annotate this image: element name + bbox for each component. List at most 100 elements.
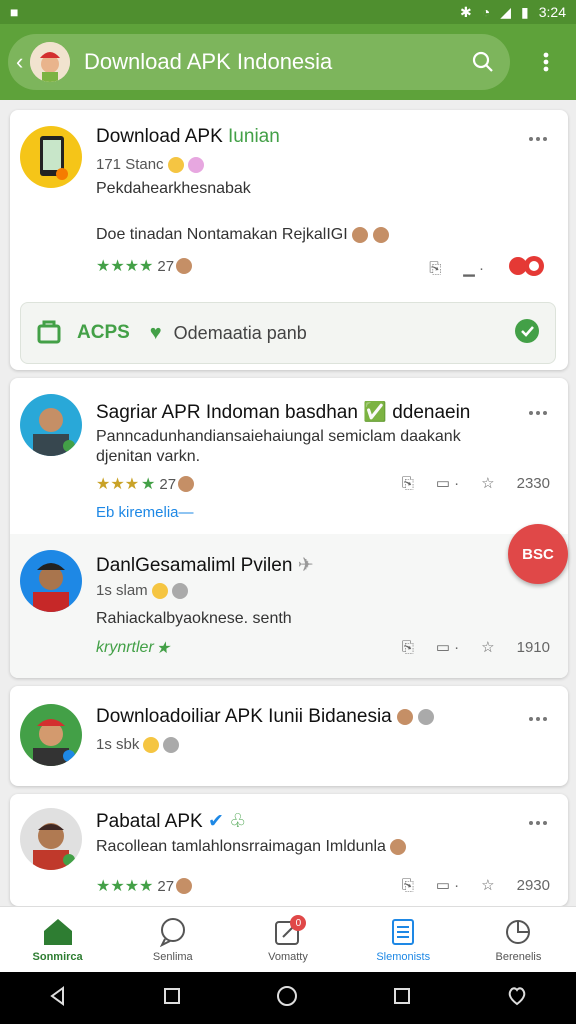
comment-icon[interactable]: ▭ · (436, 474, 459, 492)
profile-avatar[interactable] (30, 42, 70, 82)
post-title[interactable]: Download APK Iunian (96, 126, 280, 148)
view-count: 2330 (516, 474, 550, 492)
post-title[interactable]: Downloadoiliar APK Iunii Bidanesia (96, 706, 435, 728)
heart-icon: ♥ (149, 321, 162, 344)
post-footer: krynrtler ★ (96, 639, 171, 657)
post-text: Rahiackalbyaoknese. senth (96, 610, 292, 627)
nav-item-notify[interactable]: 0 Vomatty (230, 907, 345, 972)
post-card[interactable]: Pabatal APK ✔ ♧ Racollean tamlahlonsrrai… (10, 794, 568, 906)
status-bar: ■ ✱ ◔ ◢ ▮ 3:24 (0, 0, 576, 24)
nav-item-stats[interactable]: Berenelis (461, 907, 576, 972)
comment-icon[interactable]: ▭ · (436, 638, 459, 656)
post-card[interactable]: Download APK Iunian 171 Stanc Pekdaheark… (10, 110, 568, 370)
share-icon[interactable]: ⎘ (402, 639, 414, 656)
record-icon[interactable] (506, 254, 550, 282)
post-title[interactable]: Sagriar APR Indoman basdhan ✅ ddenaein (96, 400, 470, 424)
user-avatar[interactable] (20, 808, 82, 870)
star-outline-icon[interactable]: ☆ (481, 638, 494, 656)
post-text: Pekdahearkhesnabak (96, 180, 251, 197)
notification-badge: 0 (290, 915, 307, 931)
share-icon[interactable]: ⎘ (402, 877, 414, 894)
subscribe-label: ACPS (77, 322, 130, 343)
bluetooth-icon: ✱ (460, 3, 472, 20)
app-avatar[interactable] (20, 126, 82, 188)
nav-item-chat[interactable]: Senlima (115, 907, 230, 972)
back-nav-icon[interactable] (48, 985, 68, 1011)
overflow-menu-icon[interactable] (530, 46, 562, 78)
home-icon (43, 918, 72, 945)
home-nav-icon[interactable] (276, 985, 298, 1012)
pie-icon (506, 919, 531, 944)
assistant-nav-icon[interactable] (506, 985, 528, 1012)
rating: ★★★★ 27 (96, 256, 193, 276)
nav-item-home[interactable]: Sonmirca (0, 907, 115, 972)
clock: 3:24 (538, 4, 566, 20)
post-card[interactable]: Downloadoiliar APK Iunii Bidanesia 1s sb… (10, 686, 568, 786)
recents-nav-icon[interactable] (393, 987, 411, 1010)
user-avatar[interactable] (20, 704, 82, 766)
post-meta: 171 Stanc (96, 156, 204, 173)
floating-action-badge[interactable]: BSC (508, 524, 568, 584)
post-title[interactable]: Pabatal APK ✔ ♧ (96, 810, 246, 833)
star-icon: ★★★★ (96, 258, 154, 275)
post-text-secondary: djenitan varkn. (96, 448, 201, 465)
dash-icon[interactable]: ▁ · (463, 259, 484, 277)
page-title: Download APK Indonesia (84, 49, 333, 74)
post-text: Panncadunhandiansaiehaiungal semiclam da… (96, 428, 461, 445)
search-icon[interactable] (468, 47, 498, 77)
post-text-secondary: Doe tinadan Nontamakan RejkalIGI (96, 226, 389, 244)
search-bar[interactable]: ‹ Download APK Indonesia (8, 34, 510, 90)
star-outline-icon[interactable]: ☆ (481, 474, 494, 492)
nav-item-list[interactable]: Slemonists (346, 907, 461, 972)
app-bar: ‹ Download APK Indonesia (0, 24, 576, 100)
post-card[interactable]: Sagriar APR Indoman basdhan ✅ ddenaein P… (10, 378, 568, 678)
smile-emoji-icon (151, 582, 168, 599)
post-actions: ⎘ ▭ · ☆ 2930 (402, 876, 550, 895)
subscribe-bar[interactable]: ACPS ♥ Odemaatia panb (20, 302, 556, 364)
share-icon[interactable]: ⎘ (429, 260, 441, 277)
user-avatar[interactable] (20, 394, 82, 456)
face-emoji-icon (352, 226, 369, 243)
star-icon: ★ (155, 640, 171, 657)
more-options-icon[interactable] (526, 132, 550, 146)
smile-emoji-icon (167, 156, 184, 173)
whatsapp-icon[interactable] (513, 317, 541, 350)
chat-icon (159, 917, 185, 947)
face-emoji-icon (178, 476, 195, 492)
post-actions: ⎘ ▁ · (429, 254, 550, 282)
globe-icon (171, 582, 188, 599)
back-icon[interactable]: ‹ (16, 49, 30, 75)
smile-emoji-icon (143, 736, 160, 753)
user-avatar[interactable] (20, 550, 82, 612)
wifi-icon: ◔ (481, 4, 491, 20)
comment-icon[interactable]: ▭ · (436, 876, 459, 894)
nested-post[interactable]: DanlGesamaliml Pvilen ✈ 1s slam Rahiacka… (10, 534, 568, 678)
more-options-icon[interactable] (526, 816, 550, 830)
more-options-icon[interactable] (526, 406, 550, 420)
post-title[interactable]: DanlGesamaliml Pvilen ✈ (96, 554, 314, 577)
rating: ★★★★ 27 (96, 474, 195, 494)
face-emoji-icon (176, 258, 193, 274)
globe-icon (163, 736, 180, 753)
post-link[interactable]: Eb kiremelia— (96, 504, 194, 521)
post-text: Racollean tamlahlonsrraimagan Imldunla (96, 838, 407, 856)
rating: ★★★★ 27 (96, 876, 193, 896)
bottom-navigation: Sonmirca Senlima 0 Vomatty Slemonists Be… (0, 906, 576, 972)
share-icon[interactable]: ⎘ (402, 475, 414, 492)
post-meta: 1s slam (96, 582, 188, 599)
notification-icon: ■ (10, 4, 19, 20)
more-options-icon[interactable] (526, 712, 550, 726)
view-count: 1910 (516, 638, 550, 656)
view-count: 2930 (516, 876, 550, 894)
verified-icon: ✅ (363, 402, 387, 423)
heart-emoji-icon (187, 156, 204, 173)
square-nav-icon[interactable] (163, 987, 181, 1010)
subscribe-text: Odemaatia panb (173, 322, 307, 343)
verified-icon: ✔ (207, 811, 224, 832)
list-icon (392, 918, 415, 945)
thumbs-icon: ♧ (229, 811, 247, 832)
star-outline-icon[interactable]: ☆ (481, 876, 494, 894)
post-actions: ⎘ ▭ · ☆ 1910 (402, 638, 550, 657)
pin-icon: ✈ (297, 555, 314, 576)
signal-icon: ◢ (500, 3, 512, 20)
